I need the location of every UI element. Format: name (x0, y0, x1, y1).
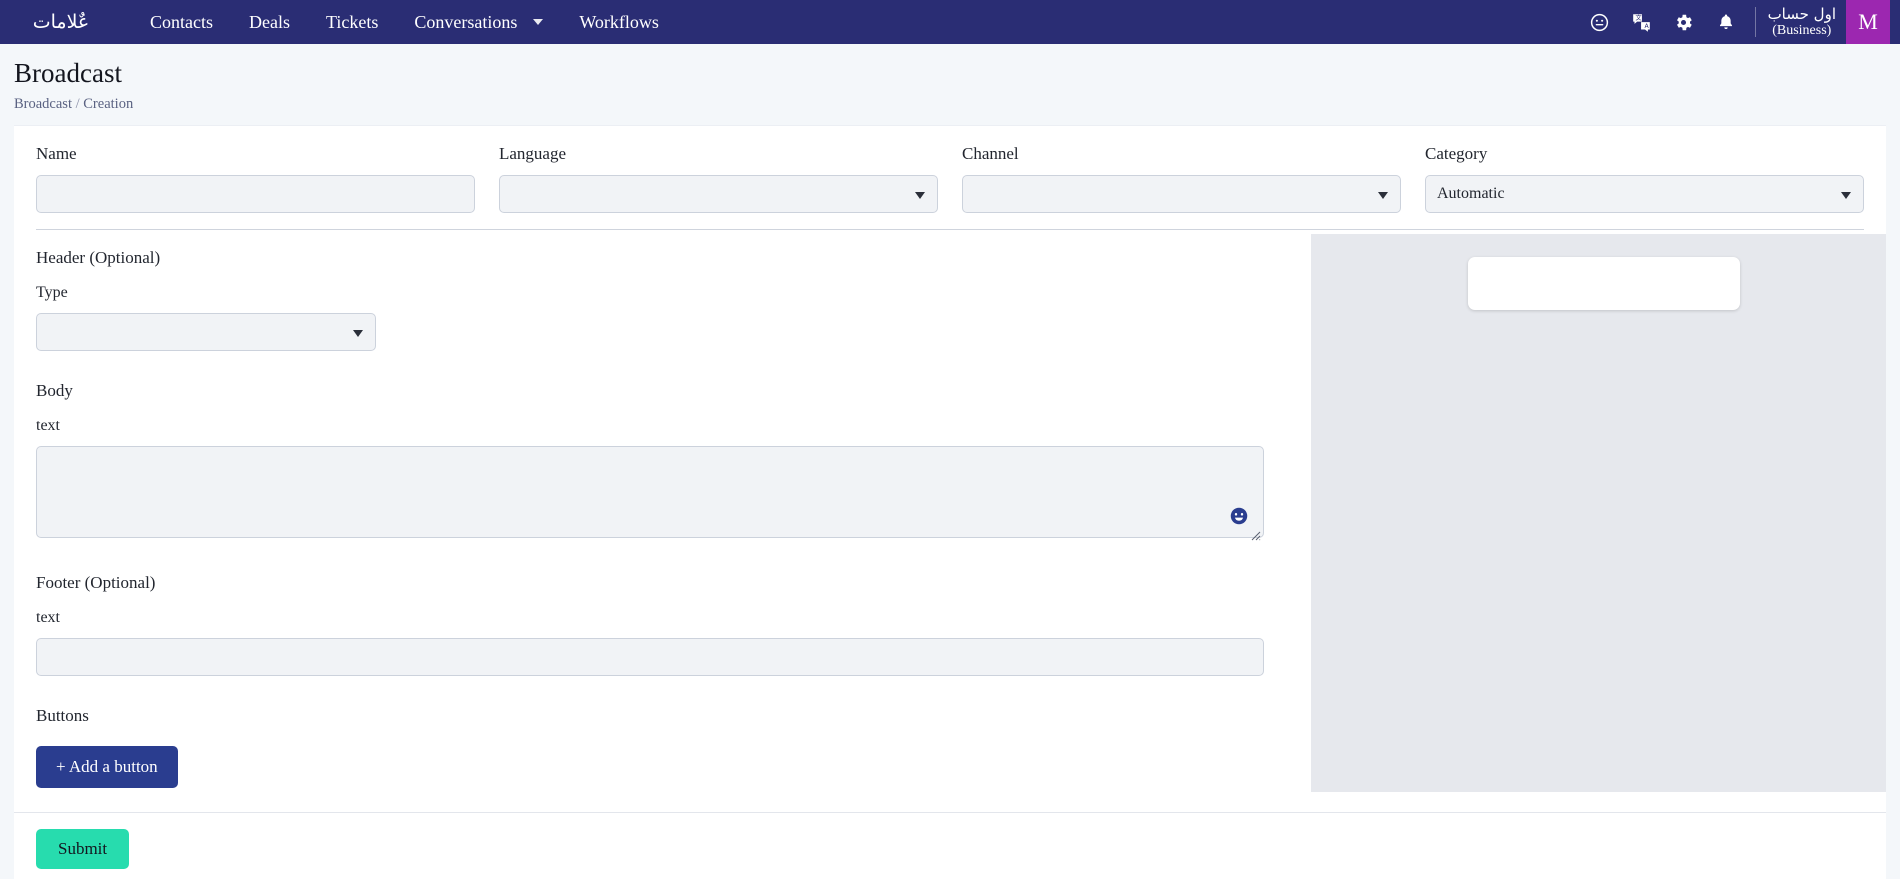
nav-label-deals: Deals (249, 11, 290, 32)
gear-icon[interactable] (1663, 0, 1705, 44)
top-navigation-bar: عٌلامات Contacts Deals Tickets Conversat… (0, 0, 1900, 44)
message-preview-panel (1311, 234, 1886, 793)
header-type-select-wrap (36, 313, 376, 352)
bell-icon[interactable] (1705, 0, 1747, 44)
account-type: (Business) (1772, 22, 1832, 38)
footer-section-title: Footer (Optional) (36, 573, 156, 593)
account-name: اول حساب (1767, 4, 1836, 23)
template-editor-column: Header (Optional) Type Body text Footer … (14, 230, 1311, 812)
chevron-down-icon (533, 19, 544, 25)
emoji-smiley-icon[interactable] (1230, 507, 1248, 525)
broadcast-form-card: Name Language Channel Category Automatic… (14, 125, 1886, 813)
page-title: Broadcast (14, 58, 122, 88)
nav-label-contacts: Contacts (150, 11, 213, 32)
nav-label-workflows: Workflows (579, 11, 659, 32)
label-name: Name (36, 144, 77, 164)
language-select[interactable] (499, 175, 938, 214)
header-type-select[interactable] (36, 313, 376, 352)
label-channel: Channel (962, 144, 1019, 164)
header-section-title: Header (Optional) (36, 248, 161, 268)
category-select[interactable] (1425, 175, 1864, 214)
nav-item-deals[interactable]: Deals (249, 12, 290, 33)
nav-label-conversations: Conversations (414, 11, 518, 32)
top-nav-right-cluster: A 文 اول حساب (Business) M (1579, 0, 1890, 44)
submit-bar: Submit (14, 812, 1886, 879)
add-a-button-button[interactable]: + Add a button (36, 746, 178, 789)
main-nav-links: Contacts Deals Tickets Conversations Wor… (150, 12, 659, 33)
channel-select[interactable] (962, 175, 1401, 214)
nav-item-contacts[interactable]: Contacts (150, 12, 213, 33)
top-nav-separator (1754, 7, 1756, 37)
help-face-icon[interactable] (1579, 0, 1621, 44)
breadcrumb-current: Creation (83, 96, 134, 113)
nav-label-tickets: Tickets (325, 11, 379, 32)
field-channel: Channel (950, 144, 1413, 214)
buttons-section-title: Buttons (36, 706, 89, 726)
body-section-title: Body (36, 381, 73, 401)
preview-message-bubble (1468, 257, 1740, 311)
form-preview-split: Header (Optional) Type Body text Footer … (14, 230, 1886, 812)
svg-text:文: 文 (1636, 14, 1642, 22)
nav-item-tickets[interactable]: Tickets (326, 12, 378, 33)
breadcrumb-root[interactable]: Broadcast (14, 96, 72, 112)
label-footer-text: text (36, 609, 60, 627)
label-language: Language (499, 144, 567, 164)
label-category: Category (1425, 144, 1488, 164)
submit-button[interactable]: Submit (36, 829, 130, 870)
body-textarea-wrap (36, 446, 1264, 543)
field-language: Language (487, 144, 950, 214)
footer-text-input[interactable] (36, 638, 1264, 677)
form-top-row: Name Language Channel Category (14, 126, 1886, 229)
name-input[interactable] (36, 175, 475, 214)
label-body-text: text (36, 417, 60, 435)
field-name: Name (24, 144, 487, 214)
breadcrumb: Broadcast / Creation (14, 96, 1900, 113)
brand-logo-arabic[interactable]: عٌلامات (22, 5, 100, 39)
page-header: Broadcast Broadcast / Creation (0, 44, 1900, 126)
field-category: Category (1413, 144, 1876, 214)
nav-item-conversations[interactable]: Conversations (414, 11, 544, 33)
nav-item-workflows[interactable]: Workflows (579, 12, 659, 33)
account-info[interactable]: اول حساب (Business) (1768, 5, 1846, 40)
label-header-type: Type (36, 284, 68, 302)
translate-icon[interactable]: A 文 (1621, 0, 1663, 44)
body-textarea[interactable] (36, 446, 1264, 539)
avatar[interactable]: M (1846, 0, 1890, 44)
breadcrumb-separator: / (75, 96, 80, 113)
